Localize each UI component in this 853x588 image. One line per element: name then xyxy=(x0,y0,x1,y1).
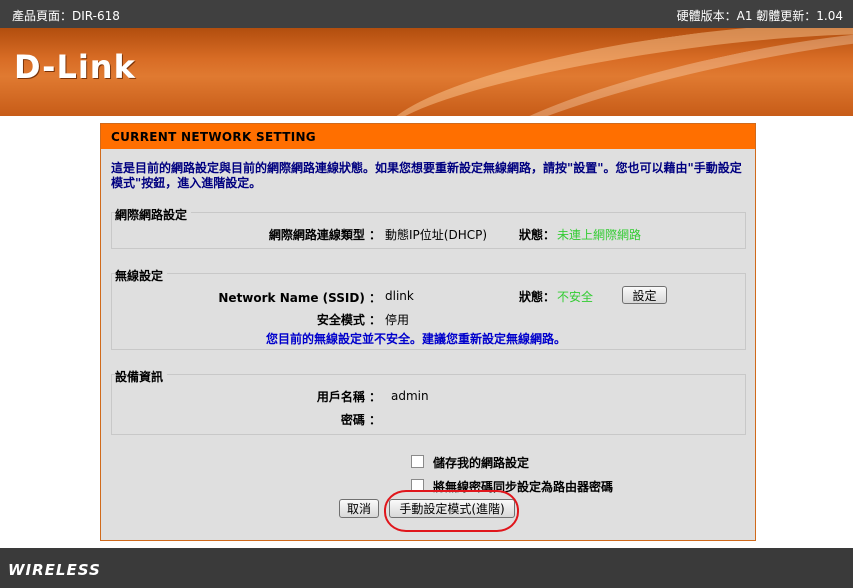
internet-settings-group: 網際網路設定 網際網路連線類型 ： 動態IP位址(DHCP) 狀態： 未連上網際… xyxy=(111,206,746,249)
version-info: 硬體版本：A1 韌體更新：1.04 xyxy=(676,9,843,23)
save-network-checkbox[interactable] xyxy=(411,455,424,468)
security-warning: 您目前的無線設定並不安全。建議您重新設定無線網路。 xyxy=(266,332,567,346)
product-page-label: 產品頁面：DIR-618 xyxy=(12,9,120,23)
header-banner: D-Link xyxy=(0,28,853,116)
wireless-brand: WIRELESS xyxy=(8,561,101,579)
highlight-circle xyxy=(384,490,519,532)
connection-type-value: 動態IP位址(DHCP) xyxy=(385,228,488,242)
wireless-settings-group: 無線設定 Network Name (SSID) ： dlink 狀態： 不安全… xyxy=(111,267,746,350)
wireless-status-value: 不安全 xyxy=(557,290,594,304)
connection-type-label: 網際網路連線類型 ： xyxy=(268,228,381,242)
dlink-logo: D-Link xyxy=(14,48,136,86)
current-network-setting-panel: CURRENT NETWORK SETTING 這是目前的網路設定與目前的網際網… xyxy=(100,123,756,541)
wireless-settings-legend: 無線設定 xyxy=(115,267,168,284)
wireless-setup-button[interactable]: 設定 xyxy=(622,286,667,304)
save-network-label: 儲存我的網路設定 xyxy=(433,456,530,470)
internet-settings-legend: 網際網路設定 xyxy=(115,206,192,223)
device-info-group: 設備資訊 用戶名稱 ： admin 密碼 ： xyxy=(111,368,746,435)
wireless-status-label: 狀態： xyxy=(519,290,556,304)
username-value: admin xyxy=(391,389,429,403)
username-label: 用戶名稱 ： xyxy=(316,390,381,404)
ssid-value: dlink xyxy=(385,289,414,303)
footer-bar: WIRELESS xyxy=(0,548,853,588)
intro-text: 這是目前的網路設定與目前的網際網路連線狀態。如果您想要重新設定無線網路，請按"設… xyxy=(111,161,742,190)
panel-title: CURRENT NETWORK SETTING xyxy=(101,124,755,149)
cancel-button[interactable]: 取消 xyxy=(339,499,379,518)
password-label: 密碼 ： xyxy=(340,413,381,427)
internet-status-label: 狀態： xyxy=(519,228,556,242)
security-mode-value: 停用 xyxy=(385,313,410,327)
device-info-legend: 設備資訊 xyxy=(115,368,168,385)
internet-status-value: 未連上網際網路 xyxy=(557,228,642,242)
security-mode-label: 安全模式 ： xyxy=(316,313,381,327)
top-bar: 產品頁面：DIR-618 硬體版本：A1 韌體更新：1.04 xyxy=(0,0,853,28)
ssid-label: Network Name (SSID) ： xyxy=(218,291,381,305)
